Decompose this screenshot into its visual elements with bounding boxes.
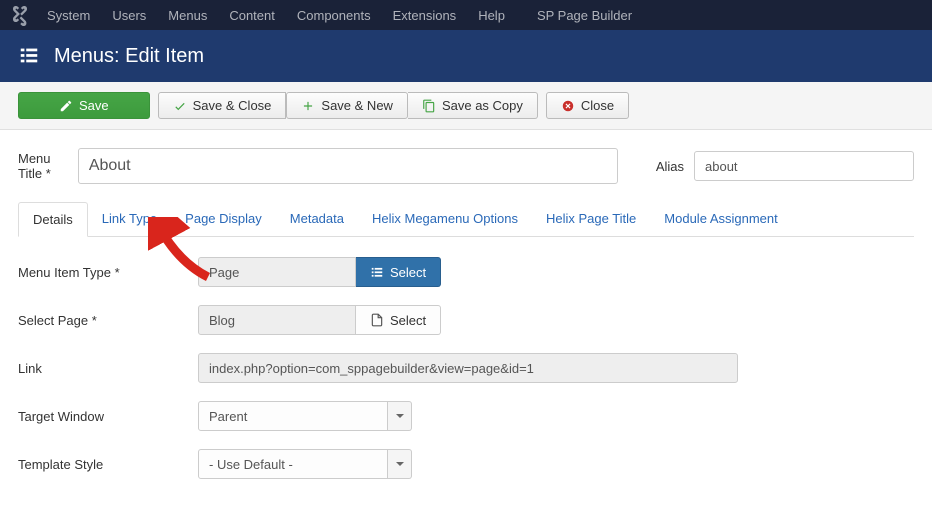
nav-components[interactable]: Components — [297, 8, 371, 23]
chevron-down-icon[interactable] — [388, 449, 412, 479]
select-page-value — [198, 305, 356, 335]
select-page-button[interactable]: Select — [356, 305, 441, 335]
template-style-label: Template Style — [18, 457, 198, 472]
save-label: Save — [79, 98, 109, 113]
tab-page-display[interactable]: Page Display — [171, 202, 276, 236]
check-icon — [173, 99, 187, 113]
nav-extensions[interactable]: Extensions — [393, 8, 457, 23]
tab-metadata[interactable]: Metadata — [276, 202, 358, 236]
joomla-logo-icon — [8, 3, 32, 27]
apply-icon — [59, 99, 73, 113]
menu-item-type-value — [198, 257, 356, 287]
list-icon — [18, 44, 40, 69]
alias-label: Alias — [656, 159, 684, 174]
page-title: Menus: Edit Item — [54, 45, 204, 68]
nav-sp-page-builder[interactable]: SP Page Builder — [537, 8, 632, 23]
template-style-select[interactable]: - Use Default - — [198, 449, 412, 479]
menu-item-type-label: Menu Item Type * — [18, 265, 198, 280]
menu-title-label: Menu Title * — [18, 151, 68, 181]
nav-menus[interactable]: Menus — [168, 8, 207, 23]
tab-module-assignment[interactable]: Module Assignment — [650, 202, 791, 236]
template-style-row: Template Style - Use Default - — [18, 449, 914, 479]
nav-help[interactable]: Help — [478, 8, 505, 23]
alias-input[interactable] — [694, 151, 914, 181]
file-icon — [370, 313, 384, 327]
save-new-label: Save & New — [321, 98, 393, 113]
target-window-select[interactable]: Parent — [198, 401, 412, 431]
page-header: Menus: Edit Item — [0, 30, 932, 82]
tab-link-type[interactable]: Link Type — [88, 202, 171, 236]
save-button[interactable]: Save — [18, 92, 150, 119]
nav-users[interactable]: Users — [112, 8, 146, 23]
menu-title-input[interactable] — [78, 148, 618, 184]
select-page-row: Select Page * Select — [18, 305, 914, 335]
link-value — [198, 353, 738, 383]
select-page-label: Select Page * — [18, 313, 198, 328]
chevron-down-icon[interactable] — [388, 401, 412, 431]
tab-details[interactable]: Details — [18, 202, 88, 237]
link-row: Link — [18, 353, 914, 383]
close-label: Close — [581, 98, 614, 113]
save-close-label: Save & Close — [193, 98, 272, 113]
tab-bar: Details Link Type Page Display Metadata … — [18, 202, 914, 237]
link-label: Link — [18, 361, 198, 376]
save-close-button[interactable]: Save & Close — [158, 92, 287, 119]
save-copy-button[interactable]: Save as Copy — [408, 92, 538, 119]
menu-item-type-row: Menu Item Type * Select — [18, 257, 914, 287]
nav-content[interactable]: Content — [229, 8, 275, 23]
nav-system[interactable]: System — [47, 8, 90, 23]
tab-helix-page-title[interactable]: Helix Page Title — [532, 202, 650, 236]
select-label: Select — [390, 313, 426, 328]
cancel-icon — [561, 99, 575, 113]
target-window-label: Target Window — [18, 409, 198, 424]
template-style-value: - Use Default - — [198, 449, 388, 479]
plus-icon — [301, 99, 315, 113]
form-area: Menu Title * Alias Details Link Type Pag… — [0, 130, 932, 515]
save-copy-label: Save as Copy — [442, 98, 523, 113]
select-label: Select — [390, 265, 426, 280]
menu-item-type-select-button[interactable]: Select — [356, 257, 441, 287]
title-row: Menu Title * Alias — [18, 148, 914, 184]
list-icon — [370, 265, 384, 279]
save-new-button[interactable]: Save & New — [286, 92, 408, 119]
close-button[interactable]: Close — [546, 92, 629, 119]
target-window-row: Target Window Parent — [18, 401, 914, 431]
tab-helix-megamenu[interactable]: Helix Megamenu Options — [358, 202, 532, 236]
top-nav: System Users Menus Content Components Ex… — [0, 0, 932, 30]
toolbar: Save Save & Close Save & New Save as Cop… — [0, 82, 932, 130]
copy-icon — [422, 99, 436, 113]
target-window-value: Parent — [198, 401, 388, 431]
